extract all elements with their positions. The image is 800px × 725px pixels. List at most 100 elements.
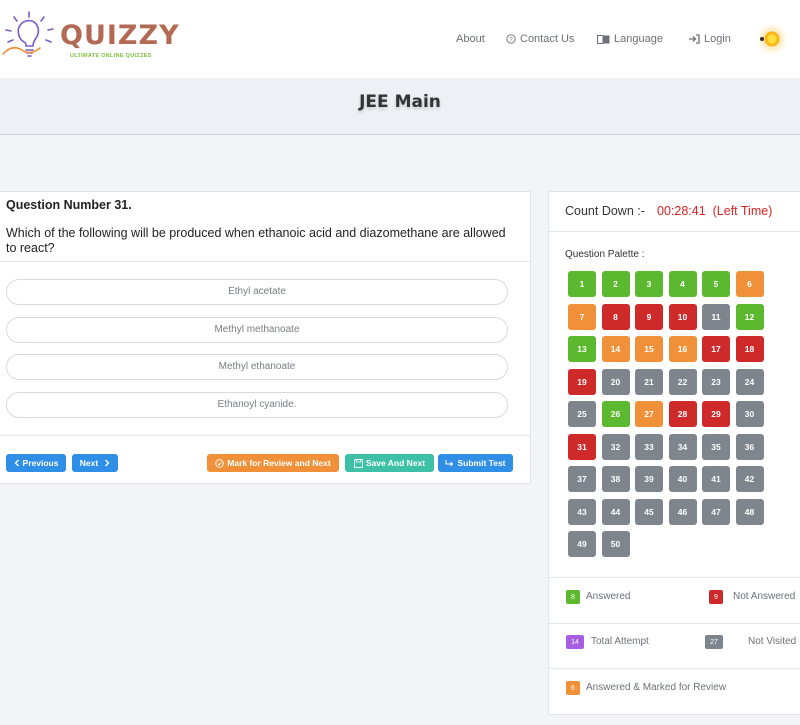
nav-language[interactable]: Language — [597, 33, 663, 45]
nav-contact[interactable]: ? Contact Us — [506, 33, 574, 45]
legend-not-answered-badge: 9 — [709, 590, 723, 604]
palette-question-button[interactable]: 37 — [568, 466, 596, 492]
palette-question-button[interactable]: 38 — [601, 466, 630, 492]
palette-question-button[interactable]: 40 — [668, 466, 697, 492]
question-circle-icon: ? — [506, 34, 516, 44]
palette-question-button[interactable]: 31 — [568, 433, 596, 460]
palette-question-button[interactable]: 22 — [668, 368, 697, 395]
palette-question-button[interactable]: 1 — [568, 271, 596, 297]
palette-question-button[interactable]: 29 — [702, 401, 730, 427]
question-palette: 1 2 3 4 5 6 7 8 9 10 11 12 13 14 15 16 17 18 19 20 21 22 23 24 2… — [568, 271, 768, 557]
palette-question-button[interactable]: 41 — [702, 466, 730, 492]
palette-question-button[interactable]: 43 — [568, 498, 596, 525]
legend-total-attempt-badge: 14 — [566, 635, 584, 649]
palette-question-button[interactable]: 19 — [568, 368, 596, 395]
palette-question-button[interactable]: 20 — [601, 368, 630, 395]
palette-question-button[interactable]: 36 — [735, 433, 764, 460]
page-title: JEE Main — [359, 92, 441, 112]
palette-question-button[interactable]: 42 — [735, 466, 764, 492]
palette-question-button[interactable]: 23 — [702, 368, 730, 395]
language-icon — [597, 34, 610, 44]
countdown-time: 00:28:41 (Left Time) — [657, 204, 772, 218]
legend-marked-review-badge: 6 — [566, 681, 580, 695]
brand-name: QUIZZY — [60, 20, 180, 51]
toggle-dot — [760, 37, 764, 41]
palette-question-button[interactable]: 30 — [735, 401, 764, 427]
palette-question-button[interactable]: 46 — [668, 498, 697, 525]
theme-toggle-sun-icon[interactable] — [760, 30, 781, 48]
save-next-button[interactable]: Save And Next — [345, 454, 434, 472]
palette-question-button[interactable]: 24 — [735, 368, 764, 395]
palette-question-button[interactable]: 15 — [635, 336, 663, 362]
legend-not-visited-badge: 27 — [705, 635, 723, 649]
nav-language-label: Language — [614, 33, 663, 45]
share-arrow-icon — [445, 460, 454, 467]
palette-question-button[interactable]: 6 — [735, 271, 764, 297]
palette-question-button[interactable]: 11 — [702, 303, 730, 330]
palette-question-button[interactable]: 35 — [702, 433, 730, 460]
divider — [548, 623, 800, 624]
question-number: Question Number 31. — [6, 198, 132, 212]
nav-login[interactable]: Login — [688, 33, 731, 45]
palette-question-button[interactable]: 39 — [635, 466, 663, 492]
palette-question-button[interactable]: 47 — [702, 498, 730, 525]
save-icon — [354, 458, 363, 468]
previous-label: Previous — [22, 458, 59, 468]
logo[interactable]: QUIZZY ULTIMATE ONLINE QUIZZES — [0, 8, 179, 68]
palette-question-button[interactable]: 44 — [601, 498, 630, 525]
palette-question-button[interactable]: 13 — [568, 336, 596, 362]
chevron-left-icon — [14, 459, 19, 467]
option-1[interactable]: Ethyl acetate — [6, 279, 508, 305]
palette-question-button[interactable]: 9 — [635, 303, 663, 330]
mark-review-next-label: Mark for Review and Next — [227, 458, 331, 468]
divider — [0, 435, 531, 436]
palette-question-button[interactable]: 45 — [635, 498, 663, 525]
next-label: Next — [79, 458, 99, 468]
submit-test-label: Submit Test — [457, 458, 506, 468]
countdown-suffix: (Left Time) — [712, 204, 773, 218]
palette-question-button[interactable]: 25 — [568, 401, 596, 427]
option-2[interactable]: Methyl methanoate — [6, 317, 508, 343]
palette-question-button[interactable]: 12 — [735, 303, 764, 330]
palette-question-button[interactable]: 49 — [568, 531, 596, 557]
divider — [548, 577, 800, 578]
palette-question-button[interactable]: 26 — [601, 401, 630, 427]
divider — [0, 261, 531, 262]
option-3[interactable]: Methyl ethanoate — [6, 354, 508, 380]
palette-question-button[interactable]: 10 — [668, 303, 697, 330]
nav-contact-label: Contact Us — [520, 33, 575, 45]
legend-not-visited-label: Not Visited — [748, 636, 797, 647]
palette-question-button[interactable]: 48 — [735, 498, 764, 525]
palette-question-button[interactable]: 3 — [635, 271, 663, 297]
palette-question-button[interactable]: 5 — [702, 271, 730, 297]
palette-question-button[interactable]: 27 — [635, 401, 663, 427]
save-next-label: Save And Next — [365, 458, 426, 468]
mark-review-next-button[interactable]: Mark for Review and Next — [207, 454, 339, 472]
lightbulb-icon — [2, 11, 54, 57]
nav-about[interactable]: About — [456, 33, 485, 45]
palette-question-button[interactable]: 32 — [601, 433, 630, 460]
palette-question-button[interactable]: 21 — [635, 368, 663, 395]
divider — [548, 668, 800, 669]
palette-question-button[interactable]: 50 — [601, 531, 630, 557]
nav-about-label: About — [456, 33, 485, 45]
legend-answered-badge: 8 — [566, 590, 580, 604]
countdown-label: Count Down :- — [565, 204, 645, 218]
previous-button[interactable]: Previous — [6, 454, 66, 472]
palette-question-button[interactable]: 28 — [668, 401, 697, 427]
submit-test-button[interactable]: Submit Test — [438, 454, 513, 472]
login-icon — [689, 34, 700, 44]
next-button[interactable]: Next — [72, 454, 118, 472]
palette-question-button[interactable]: 34 — [668, 433, 697, 460]
palette-question-button[interactable]: 33 — [635, 433, 663, 460]
palette-question-button[interactable]: 2 — [601, 271, 630, 297]
palette-question-button[interactable]: 16 — [668, 336, 697, 362]
palette-question-button[interactable]: 17 — [702, 336, 730, 362]
palette-question-button[interactable]: 4 — [668, 271, 697, 297]
palette-question-button[interactable]: 14 — [601, 336, 630, 362]
palette-question-button[interactable]: 18 — [735, 336, 764, 362]
option-4[interactable]: Ethanoyl cyanide. — [6, 392, 508, 418]
check-circle-icon — [215, 458, 225, 468]
palette-question-button[interactable]: 7 — [568, 303, 596, 330]
palette-question-button[interactable]: 8 — [601, 303, 630, 330]
